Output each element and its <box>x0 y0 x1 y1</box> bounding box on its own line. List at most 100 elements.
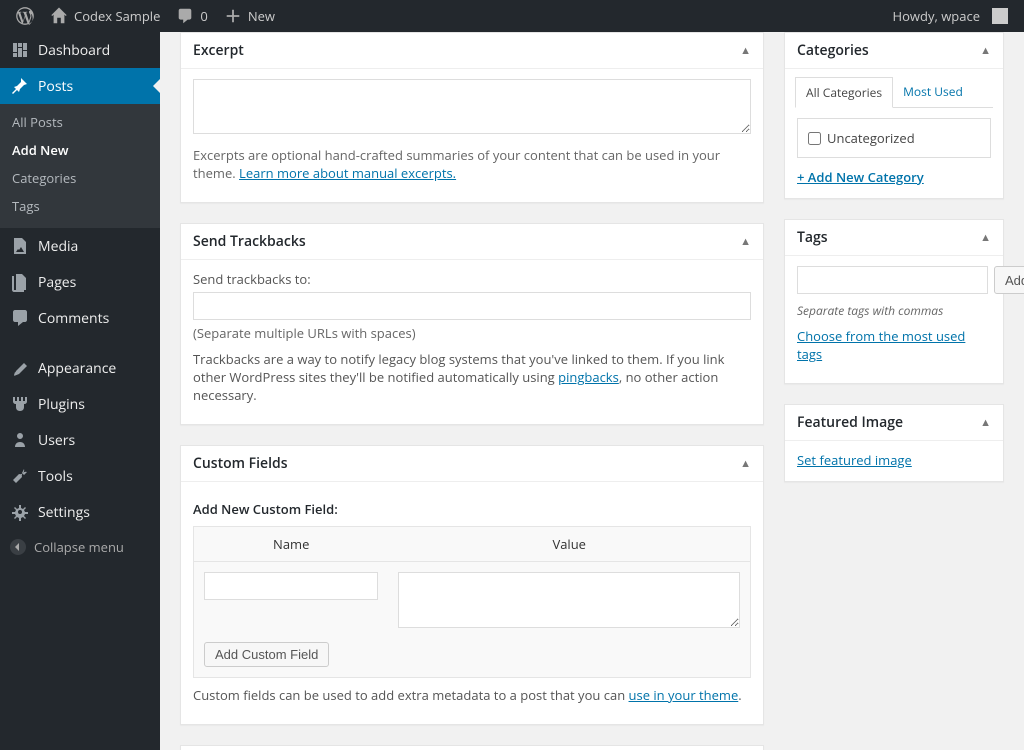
tools-icon <box>10 466 30 486</box>
admin-bar: Codex Sample 0 New Howdy, wpace <box>0 0 1024 32</box>
users-icon <box>10 430 30 450</box>
site-name-label: Codex Sample <box>74 7 160 25</box>
categories-box: Categories ▲ All Categories Most Used Un… <box>784 32 1004 199</box>
toggle-button[interactable]: ▲ <box>740 43 751 58</box>
sub-all-posts[interactable]: All Posts <box>0 108 160 136</box>
menu-media[interactable]: Media <box>0 228 160 264</box>
wordpress-icon <box>16 7 34 25</box>
tags-box: Tags ▲ Add Separate tags with commas Cho… <box>784 219 1004 384</box>
chevron-left-icon <box>13 542 23 552</box>
greeting-label: Howdy, wpace <box>893 7 980 25</box>
sub-tags[interactable]: Tags <box>0 192 160 220</box>
featured-image-box: Featured Image ▲ Set featured image <box>784 404 1004 482</box>
comment-icon <box>10 308 30 328</box>
pingbacks-link[interactable]: pingbacks <box>558 368 619 386</box>
add-custom-field-button[interactable]: Add Custom Field <box>204 642 329 667</box>
sub-categories[interactable]: Categories <box>0 164 160 192</box>
avatar <box>992 8 1008 24</box>
collapse-menu-button[interactable]: Collapse menu <box>0 530 160 564</box>
excerpt-help: Excerpts are optional hand-crafted summa… <box>193 146 751 182</box>
admin-menu: Dashboard Posts All Posts Add New Catego… <box>0 32 160 750</box>
new-content-link[interactable]: New <box>216 0 283 32</box>
my-account-link[interactable]: Howdy, wpace <box>885 0 1016 32</box>
menu-label: Tools <box>38 467 73 486</box>
tags-hint: Separate tags with commas <box>797 302 991 319</box>
tab-all-categories[interactable]: All Categories <box>795 77 893 108</box>
discussion-box: Discussion ▲ Allow comments. Allow track… <box>180 745 764 750</box>
toggle-button[interactable]: ▲ <box>740 234 751 249</box>
wp-logo-link[interactable] <box>8 0 42 32</box>
plus-icon <box>224 7 242 25</box>
menu-label: Settings <box>38 503 90 522</box>
menu-plugins[interactable]: Plugins <box>0 386 160 422</box>
box-title: Custom Fields <box>193 454 288 473</box>
menu-comments[interactable]: Comments <box>0 300 160 336</box>
trackbacks-box: Send Trackbacks ▲ Send trackbacks to: (S… <box>180 223 764 425</box>
dashboard-icon <box>10 40 30 60</box>
plugins-icon <box>10 394 30 414</box>
appearance-icon <box>10 358 30 378</box>
toggle-button[interactable]: ▲ <box>980 230 991 245</box>
menu-label: Plugins <box>38 395 85 414</box>
add-new-category-link[interactable]: + Add New Category <box>797 168 924 186</box>
cf-desc-link[interactable]: use in your theme <box>629 686 739 704</box>
menu-label: Posts <box>38 77 73 96</box>
cf-add-new-label: Add New Custom Field: <box>193 500 751 518</box>
collapse-label: Collapse menu <box>34 538 124 556</box>
set-featured-image-link[interactable]: Set featured image <box>797 451 912 469</box>
menu-dashboard[interactable]: Dashboard <box>0 32 160 68</box>
box-title: Excerpt <box>193 41 244 60</box>
box-title: Send Trackbacks <box>193 232 306 251</box>
pin-icon <box>10 76 30 96</box>
trackbacks-hint: (Separate multiple URLs with spaces) <box>193 324 751 342</box>
add-tag-button[interactable]: Add <box>994 266 1024 294</box>
comment-icon <box>176 7 194 25</box>
category-panel: Uncategorized <box>797 118 991 158</box>
box-title: Tags <box>797 228 828 247</box>
cf-value-input[interactable] <box>398 572 740 628</box>
menu-posts[interactable]: Posts <box>0 68 160 104</box>
box-title: Categories <box>797 41 869 60</box>
pages-icon <box>10 272 30 292</box>
category-uncategorized-checkbox[interactable] <box>808 132 821 145</box>
category-tabs: All Categories Most Used <box>795 77 993 108</box>
sub-add-new[interactable]: Add New <box>0 136 160 164</box>
home-icon <box>50 7 68 25</box>
trackbacks-input[interactable] <box>193 292 751 320</box>
cf-name-col: Name <box>194 527 389 562</box>
excerpt-input[interactable] <box>193 79 751 134</box>
choose-tags-link[interactable]: Choose from the most used tags <box>797 327 965 363</box>
menu-appearance[interactable]: Appearance <box>0 350 160 386</box>
new-label: New <box>248 7 275 25</box>
content: Excerpt ▲ Excerpts are optional hand-cra… <box>160 32 1024 750</box>
settings-icon <box>10 502 30 522</box>
menu-label: Appearance <box>38 359 116 378</box>
menu-label: Comments <box>38 309 109 328</box>
custom-fields-box: Custom Fields ▲ Add New Custom Field: Na… <box>180 445 764 725</box>
media-icon <box>10 236 30 256</box>
cf-name-input[interactable] <box>204 572 378 600</box>
box-title: Featured Image <box>797 413 903 432</box>
comments-link[interactable]: 0 <box>168 0 215 32</box>
toggle-button[interactable]: ▲ <box>980 43 991 58</box>
menu-label: Media <box>38 237 78 256</box>
toggle-button[interactable]: ▲ <box>980 415 991 430</box>
excerpt-help-link[interactable]: Learn more about manual excerpts. <box>239 164 456 182</box>
toggle-button[interactable]: ▲ <box>740 456 751 471</box>
tags-input[interactable] <box>797 266 988 294</box>
category-item-label: Uncategorized <box>827 129 915 147</box>
excerpt-box: Excerpt ▲ Excerpts are optional hand-cra… <box>180 32 764 203</box>
site-name-link[interactable]: Codex Sample <box>42 0 168 32</box>
menu-label: Users <box>38 431 75 450</box>
custom-fields-table: Name Value Add Custom Field <box>193 526 751 678</box>
menu-label: Dashboard <box>38 41 110 60</box>
menu-settings[interactable]: Settings <box>0 494 160 530</box>
trackbacks-label: Send trackbacks to: <box>193 270 751 288</box>
menu-tools[interactable]: Tools <box>0 458 160 494</box>
comments-count: 0 <box>200 7 207 25</box>
cf-value-col: Value <box>388 527 750 562</box>
menu-pages[interactable]: Pages <box>0 264 160 300</box>
trackbacks-desc: Trackbacks are a way to notify legacy bl… <box>193 350 751 404</box>
menu-users[interactable]: Users <box>0 422 160 458</box>
tab-most-used[interactable]: Most Used <box>893 77 973 107</box>
